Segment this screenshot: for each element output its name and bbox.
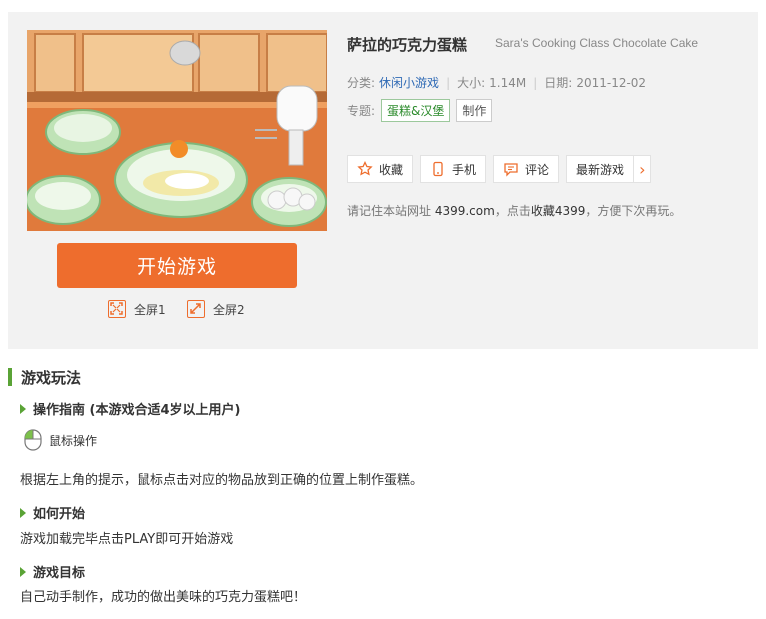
latest-games-button[interactable]: 最新游戏	[566, 155, 635, 183]
topic-tag-make[interactable]: 制作	[456, 99, 493, 122]
action-bar: 收藏 手机 评论 最新游戏 ›	[347, 155, 658, 183]
fullscreen-1-label: 全屏1	[134, 302, 166, 317]
favorite-button[interactable]: 收藏	[347, 155, 414, 183]
fullscreen-2-label: 全屏2	[213, 302, 245, 317]
triangle-bullet-icon	[20, 403, 26, 414]
kitchen-scene-illustration	[27, 30, 327, 231]
mouse-label: 鼠标操作	[49, 433, 98, 448]
size-value: 1.14M	[489, 75, 527, 90]
size-label: 大小:	[457, 76, 486, 90]
triangle-bullet-icon	[20, 566, 26, 577]
date-value: 2011-12-02	[576, 75, 647, 90]
triangle-bullet-icon	[20, 507, 26, 518]
section-bar	[8, 368, 12, 386]
mouse-icon	[24, 429, 42, 451]
more-arrow-button[interactable]: ›	[633, 155, 652, 183]
tip-site: 4399.com	[434, 204, 495, 218]
divider: |	[446, 75, 451, 90]
game-thumbnail[interactable]	[27, 30, 327, 231]
game-meta: 分类: 休闲小游戏 | 大小: 1.14M | 日期: 2011-12-02	[347, 74, 646, 91]
topics-label: 专题:	[347, 104, 376, 118]
divider: |	[533, 75, 538, 90]
date-label: 日期:	[544, 76, 573, 90]
category-label: 分类:	[347, 76, 376, 90]
comment-icon	[504, 163, 518, 177]
goal-subheading: 游戏目标	[20, 562, 85, 581]
tip-middle: ，点击	[494, 204, 531, 218]
latest-games-label: 最新游戏	[576, 162, 625, 177]
comment-label: 评论	[525, 162, 550, 177]
howto-description: 游戏加载完毕点击PLAY即可开始游戏	[20, 532, 234, 547]
tip-prefix: 请记住本站网址	[347, 204, 435, 218]
controls-title: 操作指南 (本游戏合适4岁以上用户)	[33, 403, 241, 418]
category-link[interactable]: 休闲小游戏	[379, 74, 439, 91]
controls-description: 根据左上角的提示，鼠标点击对应的物品放到正确的位置上制作蛋糕。	[20, 473, 424, 488]
section-title: 游戏玩法	[21, 368, 82, 387]
controls-subheading: 操作指南 (本游戏合适4岁以上用户)	[20, 399, 240, 418]
howto-title: 如何开始	[33, 507, 86, 522]
chevron-right-icon: ›	[639, 159, 646, 179]
comment-button[interactable]: 评论	[493, 155, 560, 183]
topic-tag-cake-burger[interactable]: 蛋糕&汉堡	[381, 99, 451, 122]
mobile-label: 手机	[452, 162, 477, 177]
fullscreen-1-button[interactable]: 全屏1	[108, 298, 166, 320]
mouse-control-hint: 鼠标操作	[23, 428, 97, 452]
fullscreen-icon	[108, 300, 126, 318]
favorite-label: 收藏	[379, 162, 404, 177]
goal-description: 自己动手制作，成功的做出美味的巧克力蛋糕吧！	[20, 590, 307, 605]
fullscreen-2-button[interactable]: 全屏2	[187, 298, 245, 320]
howto-subheading: 如何开始	[20, 503, 85, 522]
section-header: 游戏玩法	[8, 366, 81, 388]
bookmark-tip: 请记住本站网址 4399.com，点击收藏4399，方便下次再玩。	[347, 202, 681, 219]
start-game-button[interactable]: 开始游戏	[57, 243, 297, 288]
phone-icon	[433, 161, 443, 177]
game-english-title: Sara's Cooking Class Chocolate Cake	[495, 36, 699, 50]
goal-title: 游戏目标	[33, 566, 86, 581]
star-icon	[357, 161, 373, 176]
expand-icon	[187, 300, 205, 318]
tip-suffix: ，方便下次再玩。	[585, 204, 682, 218]
mobile-button[interactable]: 手机	[420, 155, 487, 183]
game-title: 萨拉的巧克力蛋糕	[347, 36, 468, 54]
topics-row: 专题: 蛋糕&汉堡 制作	[347, 99, 493, 122]
tip-bookmark[interactable]: 收藏4399	[531, 204, 586, 218]
